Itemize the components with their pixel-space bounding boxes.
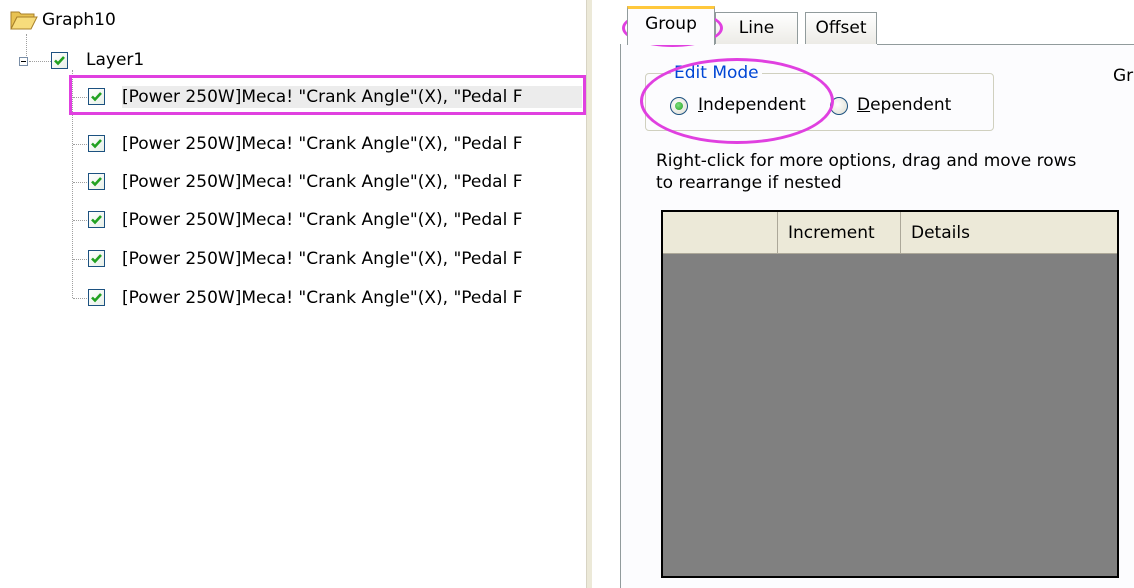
hint-text: Right-click for more options, drag and m… [656,151,1077,193]
plot-label: [Power 250W]Meca! "Crank Angle"(X), "Ped… [122,249,523,269]
plot-checkbox[interactable] [88,289,105,306]
plot-label: [Power 250W]Meca! "Crank Angle"(X), "Ped… [122,210,523,230]
checkmark-icon [91,177,102,187]
folder-open-icon [10,11,38,30]
tree-plot-row[interactable]: [Power 250W]Meca! "Crank Angle"(X), "Ped… [0,246,586,272]
tree-plot-row[interactable]: [Power 250W]Meca! "Crank Angle"(X), "Ped… [0,207,586,233]
dependent-label[interactable]: Dependent [857,95,951,115]
plot-label: [Power 250W]Meca! "Crank Angle"(X), "Ped… [122,134,523,154]
plot-label: [Power 250W]Meca! "Crank Angle"(X), "Ped… [122,288,523,308]
plot-checkbox[interactable] [88,135,105,152]
dependent-label-rest: ependent [870,95,952,115]
checkmark-icon [91,293,102,303]
tree-plot-row[interactable]: [Power 250W]Meca! "Crank Angle"(X), "Ped… [0,131,586,157]
grid-header-details[interactable]: Details [901,212,1117,254]
plot-checkbox[interactable] [88,173,105,190]
clipped-label: Gr [1113,66,1134,86]
layer-checkbox[interactable] [51,52,68,69]
tab-baseline [877,44,1134,45]
checkmark-icon [91,254,102,264]
grid-header-increment[interactable]: Increment [778,212,901,254]
plot-label: [Power 250W]Meca! "Crank Angle"(X), "Ped… [122,172,523,192]
plot-checkbox[interactable] [88,250,105,267]
tab-line[interactable]: Line [715,12,798,44]
plot-checkbox[interactable] [88,211,105,228]
grid-header: Increment Details [663,212,1117,254]
checkmark-icon [91,139,102,149]
dependent-mnemonic: D [857,95,871,115]
plot-tree[interactable]: Graph10 Layer1 [Power 250W]Meca! "Crank … [0,0,586,588]
tree-plot-row[interactable]: [Power 250W]Meca! "Crank Angle"(X), "Ped… [0,169,586,195]
tree-root-label[interactable]: Graph10 [42,9,116,31]
group-grid[interactable]: Increment Details [661,210,1119,578]
collapse-minus-icon[interactable] [19,57,28,66]
grid-header-blank[interactable] [663,212,778,254]
selection-highlight-annotation [69,75,586,115]
checkmark-icon [54,56,65,66]
checkmark-icon [91,215,102,225]
tab-offset[interactable]: Offset [805,12,877,44]
tree-plot-row[interactable]: [Power 250W]Meca! "Crank Angle"(X), "Ped… [0,285,586,311]
tree-layer-label[interactable]: Layer1 [86,49,144,71]
tab-group[interactable]: Group [627,6,715,45]
edit-mode-annotation [640,58,834,144]
